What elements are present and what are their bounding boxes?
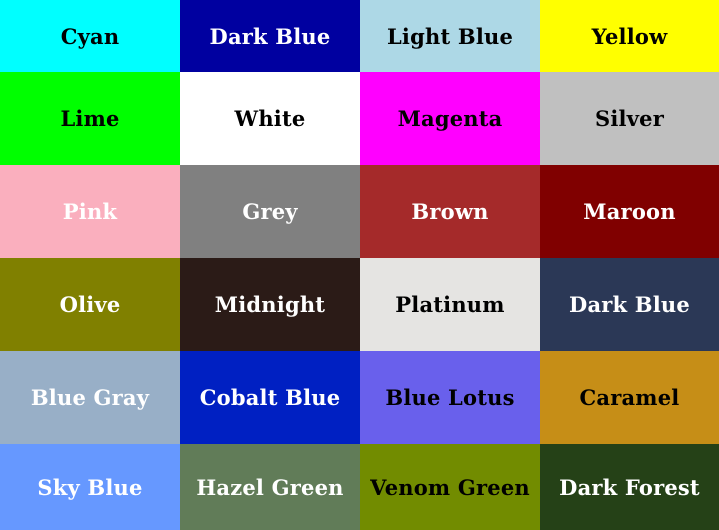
color-swatch-label: Blue Lotus	[385, 385, 515, 410]
color-swatch: Midnight	[180, 258, 360, 351]
color-swatch-label: Cobalt Blue	[199, 385, 341, 410]
color-swatch-label: White	[234, 106, 306, 131]
color-swatch: Cobalt Blue	[180, 351, 360, 444]
color-swatch-label: Sky Blue	[37, 474, 143, 500]
color-swatch-label: Venom Green	[370, 474, 530, 500]
color-swatch: Olive	[0, 258, 180, 351]
color-swatch: Platinum	[360, 258, 540, 351]
color-swatch-label: Dark Forest	[559, 474, 700, 500]
color-swatch: Grey	[180, 165, 360, 258]
color-swatch-label: Dark Blue	[569, 292, 690, 317]
color-swatch: Magenta	[360, 72, 540, 165]
color-swatch-label: Olive	[59, 292, 121, 317]
color-swatch: Sky Blue	[0, 444, 180, 530]
color-swatch: Brown	[360, 165, 540, 258]
color-swatch-label: Caramel	[579, 385, 680, 410]
color-swatch-label: Hazel Green	[196, 474, 344, 500]
color-swatch: Dark Blue	[180, 0, 360, 72]
color-swatch-label: Blue Gray	[30, 385, 150, 410]
color-swatch: Caramel	[540, 351, 719, 444]
color-swatch: Cyan	[0, 0, 180, 72]
color-swatch-label: Light Blue	[386, 23, 514, 49]
color-swatch-label: Midnight	[214, 292, 326, 317]
color-swatch-label: Maroon	[583, 199, 676, 224]
color-swatch: White	[180, 72, 360, 165]
color-swatch-label: Brown	[411, 199, 489, 224]
color-swatch-grid: Cyan Dark Blue Light Blue Yellow Lime White Ma…	[0, 0, 719, 530]
color-swatch: Light Blue	[360, 0, 540, 72]
color-swatch-label: Grey	[242, 199, 298, 224]
color-swatch: Blue Lotus	[360, 351, 540, 444]
color-swatch-label: Dark Blue	[209, 23, 331, 49]
color-swatch: Pink	[0, 165, 180, 258]
color-swatch: Lime	[0, 72, 180, 165]
color-swatch-label: Cyan	[60, 23, 120, 49]
color-swatch-label: Silver	[595, 106, 664, 131]
color-swatch: Hazel Green	[180, 444, 360, 530]
color-swatch-label: Yellow	[591, 23, 668, 49]
color-swatch-label: Pink	[62, 199, 118, 224]
color-swatch: Yellow	[540, 0, 719, 72]
color-swatch: Venom Green	[360, 444, 540, 530]
color-swatch: Dark Forest	[540, 444, 719, 530]
color-swatch: Dark Blue	[540, 258, 719, 351]
color-swatch: Blue Gray	[0, 351, 180, 444]
color-swatch: Maroon	[540, 165, 719, 258]
color-swatch-label: Lime	[60, 106, 120, 131]
color-swatch-label: Magenta	[397, 106, 503, 131]
color-swatch-label: Platinum	[395, 292, 505, 317]
color-swatch: Silver	[540, 72, 719, 165]
